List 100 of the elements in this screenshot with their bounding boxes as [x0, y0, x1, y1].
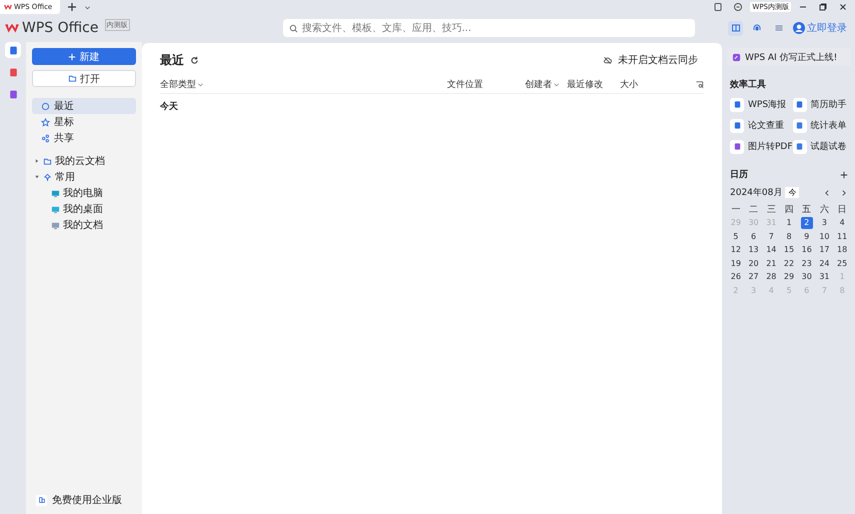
- caret-icon: [34, 158, 40, 164]
- plus-icon: [68, 52, 76, 60]
- cloud-off-icon: [603, 56, 612, 64]
- tree-item[interactable]: 我的云文档: [32, 153, 136, 169]
- document-icon: [8, 44, 18, 56]
- calendar-day[interactable]: 7: [762, 230, 780, 242]
- nav-item[interactable]: 星标: [32, 114, 136, 130]
- column-header[interactable]: 创建者: [525, 78, 567, 90]
- folder-icon: [43, 156, 52, 166]
- calendar-day[interactable]: 23: [798, 257, 816, 270]
- tree-item[interactable]: 我的电脑: [32, 185, 136, 201]
- panel-icon: [730, 23, 740, 33]
- calendar-day[interactable]: 9: [798, 230, 816, 242]
- column-settings-icon[interactable]: [695, 80, 704, 88]
- layout-button[interactable]: [728, 20, 743, 36]
- sync-status-link[interactable]: 未开启文档云同步: [618, 53, 698, 67]
- calendar-day[interactable]: 17: [816, 244, 834, 256]
- month-label: 2024年08月: [730, 186, 782, 199]
- calendar-day[interactable]: 5: [727, 230, 745, 242]
- tree-item[interactable]: 我的文档: [32, 217, 136, 233]
- nav-item[interactable]: 最近: [32, 98, 136, 114]
- tool-item[interactable]: 试题试卷: [792, 139, 851, 154]
- app-logo-text: WPS Office: [22, 20, 98, 36]
- tool-icon: [792, 98, 807, 112]
- tool-icon: [730, 118, 744, 132]
- restore-icon[interactable]: [818, 2, 828, 12]
- building-icon: [36, 494, 47, 506]
- app-icon: [8, 88, 18, 100]
- column-header[interactable]: 全部类型: [160, 78, 447, 90]
- tree-item[interactable]: 常用: [32, 169, 136, 185]
- tool-icon: [792, 140, 807, 154]
- weekday-label: 一: [730, 204, 742, 216]
- calendar-day[interactable]: 27: [744, 270, 762, 283]
- tool-item[interactable]: 图片转PDF: [730, 139, 793, 154]
- calendar-day[interactable]: 11: [833, 230, 851, 242]
- calendar-day[interactable]: 15: [780, 244, 798, 256]
- calendar-day[interactable]: 31: [816, 270, 834, 283]
- window-icon[interactable]: [713, 2, 724, 12]
- share-icon: [41, 134, 50, 142]
- calendar-day[interactable]: 21: [762, 257, 780, 270]
- new-button[interactable]: 新建: [32, 48, 136, 65]
- search-icon: [288, 24, 298, 32]
- calendar-day[interactable]: 3: [816, 216, 834, 229]
- login-link[interactable]: 立即登录: [807, 21, 847, 35]
- avatar-icon[interactable]: [793, 22, 805, 34]
- calendar-day[interactable]: 19: [727, 257, 745, 270]
- page-title: 最近: [160, 52, 184, 68]
- doc-app-button[interactable]: [5, 42, 21, 58]
- enterprise-link[interactable]: 免费使用企业版: [32, 492, 136, 508]
- next-icon[interactable]: [840, 188, 848, 196]
- calendar-day[interactable]: 16: [798, 244, 816, 256]
- nav-item[interactable]: 共享: [32, 130, 136, 146]
- caret-icon: [34, 174, 40, 180]
- weekday-label: 六: [818, 204, 830, 216]
- weekday-label: 四: [783, 204, 794, 216]
- calendar-day[interactable]: 22: [780, 257, 798, 270]
- tool-icon: [730, 140, 744, 154]
- calendar-day[interactable]: 12: [727, 244, 745, 256]
- weekday-label: 日: [836, 204, 848, 216]
- calendar-day[interactable]: 6: [744, 230, 762, 242]
- calendar-day[interactable]: 4: [833, 216, 851, 229]
- group-heading: 今天: [160, 100, 179, 113]
- calendar-day[interactable]: 10: [816, 230, 834, 242]
- calendar-day[interactable]: 1: [780, 216, 798, 229]
- add-tab-icon[interactable]: [67, 2, 77, 12]
- calendar-day[interactable]: 29: [780, 270, 798, 283]
- search-field[interactable]: 搜索文件、模板、文库、应用、技巧...: [282, 19, 695, 37]
- document-icon: [8, 66, 18, 78]
- today-button[interactable]: 今: [785, 187, 800, 198]
- tool-item[interactable]: 论文查重: [730, 118, 793, 133]
- calendar-day[interactable]: 2: [800, 216, 813, 229]
- refresh-icon[interactable]: [190, 56, 199, 64]
- tool-item[interactable]: WPS海报: [730, 97, 793, 112]
- caret-icon[interactable]: [84, 4, 91, 10]
- column-header[interactable]: 文件位置: [447, 78, 525, 90]
- calendar-day[interactable]: 28: [762, 270, 780, 283]
- calendar-day[interactable]: 18: [833, 244, 851, 256]
- ai-banner[interactable]: WPS AI 仿写正式上线!: [727, 48, 851, 66]
- previous-icon[interactable]: [823, 188, 831, 196]
- column-header[interactable]: 大小: [620, 78, 638, 90]
- tool-item[interactable]: 简历助手: [792, 97, 851, 112]
- tree-item[interactable]: 我的桌面: [32, 201, 136, 217]
- close-icon[interactable]: [838, 2, 848, 12]
- logo-icon: [5, 22, 19, 34]
- calendar-day[interactable]: 30: [798, 270, 816, 283]
- calendar-day[interactable]: 25: [833, 257, 851, 270]
- weekday-label: 五: [801, 204, 812, 216]
- pen-icon: [732, 52, 741, 62]
- column-header[interactable]: 最近修改: [567, 78, 620, 90]
- calendar-day[interactable]: 8: [780, 230, 798, 242]
- calendar-day[interactable]: 20: [744, 257, 762, 270]
- calendar-day[interactable]: 14: [762, 244, 780, 256]
- open-button[interactable]: 打开: [32, 70, 136, 87]
- monitor-icon: [51, 204, 60, 214]
- calendar-day[interactable]: 24: [816, 257, 834, 270]
- section-title: 日历: [730, 168, 748, 181]
- add-icon[interactable]: [840, 170, 848, 178]
- calendar-day[interactable]: 13: [744, 244, 762, 256]
- tool-item[interactable]: 统计表单: [792, 118, 851, 133]
- calendar-day[interactable]: 26: [727, 270, 745, 283]
